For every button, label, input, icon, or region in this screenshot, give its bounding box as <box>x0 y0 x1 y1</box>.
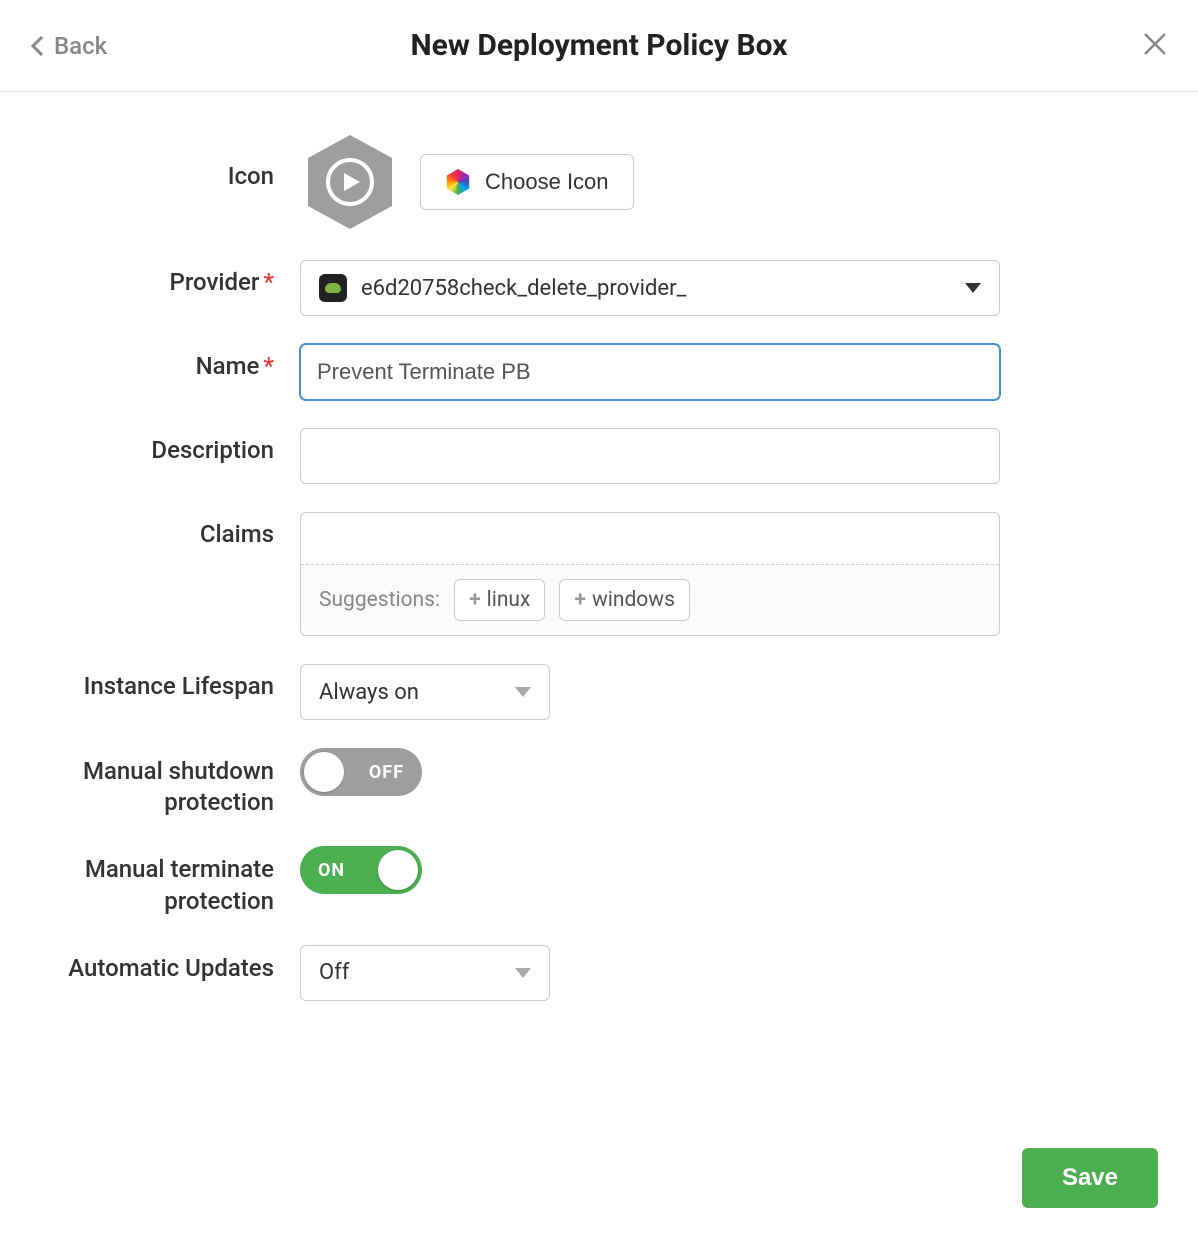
instance-lifespan-select[interactable]: Always on <box>300 664 550 720</box>
claims-box: Suggestions: + linux + windows <box>300 512 1000 636</box>
provider-select[interactable]: e6d20758check_delete_provider_ <box>300 260 1000 316</box>
auto-updates-select[interactable]: Off <box>300 945 550 1001</box>
instance-lifespan-value: Always on <box>319 680 419 705</box>
choose-icon-label: Choose Icon <box>485 169 609 195</box>
terminate-protection-toggle[interactable]: ON <box>300 846 422 894</box>
auto-updates-value: Off <box>319 960 349 985</box>
suggestions-label: Suggestions: <box>319 588 440 612</box>
auto-updates-label: Automatic Updates <box>0 945 300 984</box>
back-button[interactable]: Back <box>30 32 107 60</box>
description-field-label: Description <box>0 428 300 464</box>
toggle-off-label: OFF <box>369 762 404 783</box>
choose-icon-button[interactable]: Choose Icon <box>420 154 634 210</box>
suggestion-tag-linux[interactable]: + linux <box>454 579 545 621</box>
save-button[interactable]: Save <box>1022 1148 1158 1208</box>
claims-field-label: Claims <box>0 512 300 548</box>
chevron-left-icon <box>30 35 44 57</box>
icon-field-label: Icon <box>0 132 300 190</box>
back-label: Back <box>54 32 107 60</box>
plus-icon: + <box>469 588 481 612</box>
form-body: Icon Choose Icon Provider* e6d20758check… <box>0 92 1198 1001</box>
description-input[interactable] <box>300 428 1000 484</box>
provider-field-label: Provider* <box>0 260 300 296</box>
policy-default-icon <box>300 132 400 232</box>
name-field-label: Name* <box>0 344 300 380</box>
shutdown-protection-toggle[interactable]: OFF <box>300 748 422 796</box>
instance-lifespan-label: Instance Lifespan <box>0 664 300 700</box>
close-icon <box>1142 31 1168 57</box>
provider-value: e6d20758check_delete_provider_ <box>361 276 686 301</box>
dialog-title: New Deployment Policy Box <box>411 28 788 63</box>
plus-icon: + <box>574 588 586 612</box>
close-button[interactable] <box>1142 31 1168 61</box>
chevron-down-icon <box>515 968 531 978</box>
name-input[interactable] <box>300 344 1000 400</box>
terminate-protection-label: Manual terminate protection <box>0 846 300 916</box>
cloud-provider-icon <box>319 274 347 302</box>
claims-input[interactable] <box>301 513 999 565</box>
suggestion-tag-windows[interactable]: + windows <box>559 579 689 621</box>
color-picker-icon <box>445 169 471 195</box>
dialog-footer: Save <box>1022 1148 1158 1208</box>
shutdown-protection-label: Manual shutdown protection <box>0 748 300 818</box>
chevron-down-icon <box>515 687 531 697</box>
chevron-down-icon <box>965 283 981 293</box>
toggle-on-label: ON <box>318 860 345 881</box>
claims-suggestions: Suggestions: + linux + windows <box>301 565 999 635</box>
dialog-header: Back New Deployment Policy Box <box>0 0 1198 92</box>
